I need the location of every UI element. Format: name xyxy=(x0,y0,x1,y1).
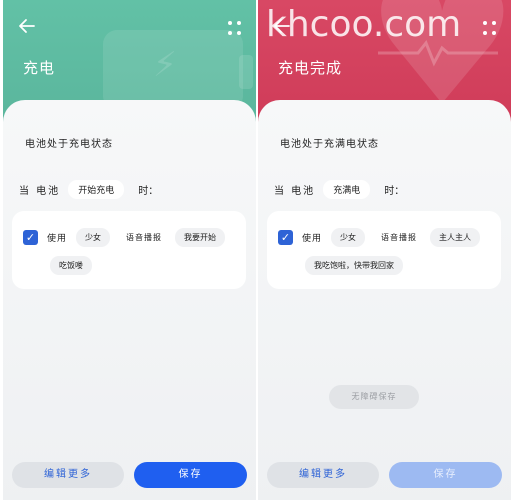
condition-prefix: 当 电池 xyxy=(19,185,61,197)
message-chip-part1[interactable]: 主人主人 xyxy=(430,228,480,247)
enable-checkbox[interactable]: ✓ xyxy=(278,230,293,245)
condition-prefix: 当 电池 xyxy=(274,185,316,197)
toast-message: 无障碍保存 xyxy=(329,385,419,409)
mode-label: 语音播报 xyxy=(126,233,162,242)
page-title: 充电完成 xyxy=(278,59,343,77)
check-icon: ✓ xyxy=(25,231,36,244)
state-description: 电池处于充满电状态 xyxy=(280,139,379,150)
content-sheet xyxy=(3,100,256,500)
page-title: 充电 xyxy=(23,59,56,77)
edit-more-button[interactable]: 编辑更多 xyxy=(12,462,124,488)
message-chip-part2[interactable]: 我吃饱啦，快带我回家 xyxy=(305,256,403,275)
condition-row: 当 电池 开始充电 时： xyxy=(19,179,159,199)
content-sheet xyxy=(258,100,511,500)
plug-decoration xyxy=(239,55,253,89)
edit-more-button[interactable]: 编辑更多 xyxy=(267,462,379,488)
voice-chip[interactable]: 少女 xyxy=(331,228,365,247)
message-chip-part1[interactable]: 我要开始 xyxy=(175,228,225,247)
voice-chip[interactable]: 少女 xyxy=(76,228,110,247)
lightning-icon: ⚡ xyxy=(153,45,177,85)
save-button[interactable]: 保存 xyxy=(389,462,502,488)
save-button[interactable]: 保存 xyxy=(134,462,247,488)
more-dots-icon[interactable] xyxy=(228,21,242,35)
back-arrow-icon[interactable] xyxy=(17,16,43,42)
more-dots-icon[interactable] xyxy=(483,21,497,35)
condition-value-chip[interactable]: 开始充电 xyxy=(68,179,125,199)
condition-suffix: 时： xyxy=(138,185,159,197)
watermark: khcoo.com xyxy=(266,4,462,45)
enable-checkbox[interactable]: ✓ xyxy=(23,230,38,245)
action-card: ✓ 使用 少女 语音播报 我要开始 吃饭喽 xyxy=(12,211,246,289)
check-icon: ✓ xyxy=(280,231,291,244)
use-label: 使用 xyxy=(302,234,323,244)
state-description: 电池处于充电状态 xyxy=(25,139,113,150)
charging-screen: ⚡ 充电 电池处于充电状态 当 电池 开始充电 时： ✓ 使用 少女 语音播报 … xyxy=(3,0,256,500)
use-label: 使用 xyxy=(47,234,68,244)
message-chip-part2[interactable]: 吃饭喽 xyxy=(50,256,92,275)
mode-label: 语音播报 xyxy=(381,233,417,242)
condition-suffix: 时： xyxy=(384,185,405,197)
charge-complete-screen: ♥ 充电完成 电池处于充满电状态 当 电池 充满电 时： ✓ 使用 少女 语音播… xyxy=(258,0,511,500)
action-card: ✓ 使用 少女 语音播报 主人主人 我吃饱啦，快带我回家 xyxy=(267,211,501,289)
condition-row: 当 电池 充满电 时： xyxy=(274,179,405,199)
condition-value-chip[interactable]: 充满电 xyxy=(323,179,371,199)
